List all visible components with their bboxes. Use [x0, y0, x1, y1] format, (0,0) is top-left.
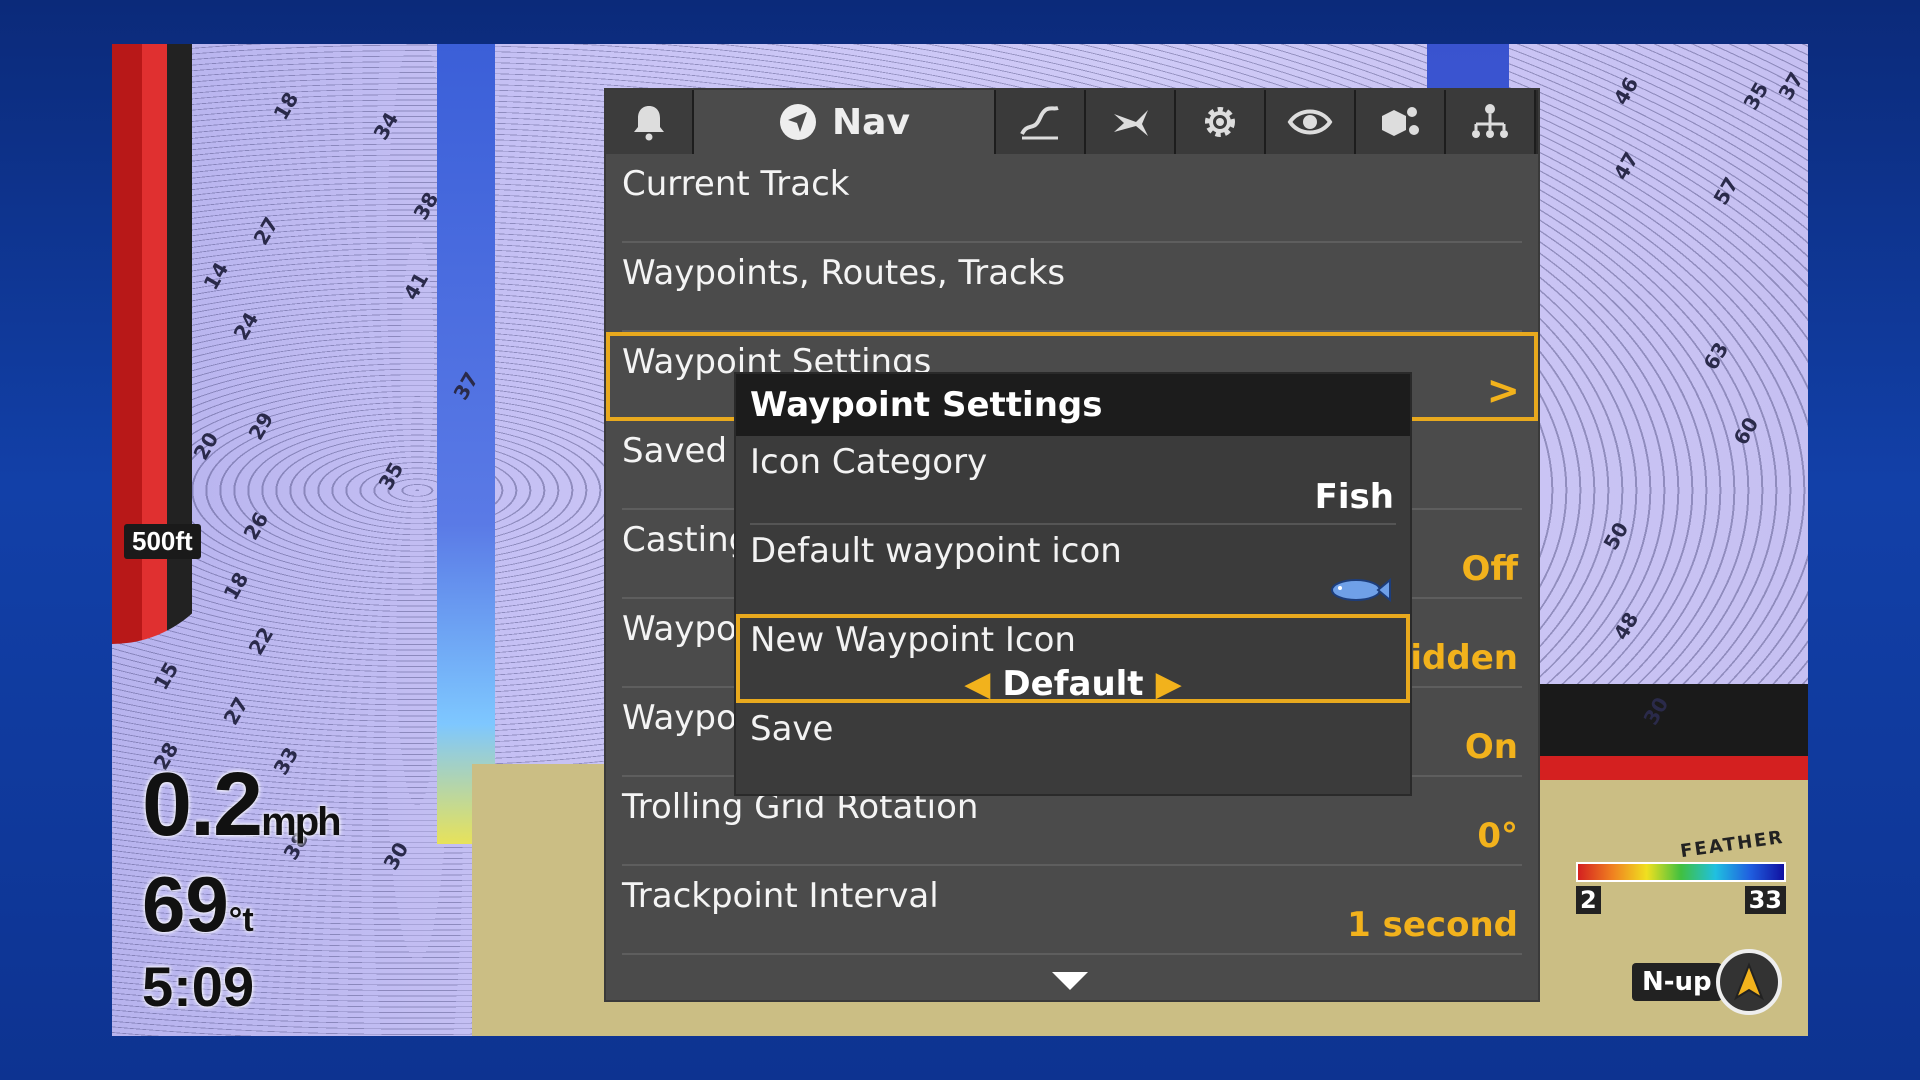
- arrow-left-icon[interactable]: ◀: [964, 664, 990, 704]
- legend-max: 33: [1744, 886, 1786, 914]
- bell-icon: [634, 106, 664, 141]
- default-icon-label: Default waypoint icon: [750, 531, 1122, 571]
- menu-tab-bar: Nav: [606, 90, 1538, 154]
- menu-item-label: Waypo: [622, 609, 737, 649]
- menu-item-value: 1 second: [1347, 905, 1518, 945]
- tab-nav[interactable]: Nav: [694, 90, 996, 154]
- tab-settings[interactable]: [1176, 90, 1266, 154]
- speed-readout: 0.2mph: [142, 754, 342, 857]
- default-waypoint-icon-item[interactable]: Default waypoint icon: [736, 525, 1410, 614]
- tab-views[interactable]: [1266, 90, 1356, 154]
- compass-arrow-icon: [780, 104, 817, 140]
- legend-min: 2: [1576, 886, 1601, 914]
- map-scale-badge: 500ft: [124, 524, 201, 559]
- new-icon-value: Default: [1002, 664, 1144, 704]
- menu-item-trackpoint-interval[interactable]: Trackpoint Interval 1 second: [606, 866, 1538, 955]
- fish-icon: [1331, 577, 1391, 603]
- save-label: Save: [750, 709, 834, 749]
- chart-icon: [1020, 106, 1059, 140]
- divider: [622, 953, 1522, 955]
- temperature-readout: 69°t: [142, 859, 254, 950]
- menu-item-current-track[interactable]: Current Track: [606, 154, 1538, 243]
- temperature-value: 69: [142, 860, 229, 948]
- tab-alerts[interactable]: [606, 90, 694, 154]
- eye-icon: [1287, 109, 1333, 135]
- gear-icon: [1205, 107, 1235, 137]
- network-icon: [1472, 104, 1508, 138]
- orientation-control[interactable]: N-up: [1632, 949, 1782, 1015]
- arrow-right-icon[interactable]: ▶: [1156, 664, 1182, 704]
- speed-unit: mph: [261, 800, 341, 844]
- new-icon-label: New Waypoint Icon: [750, 620, 1076, 660]
- compass-icon: [1715, 949, 1782, 1015]
- menu-item-label: Current Track: [622, 164, 850, 204]
- icon-category-value: Fish: [1314, 477, 1394, 517]
- menu-item-value: lidden: [1398, 638, 1518, 678]
- menu-item-value: On: [1464, 727, 1518, 767]
- temperature-unit: °t: [228, 901, 254, 939]
- chevron-right-icon: >: [1486, 368, 1520, 414]
- accessories-icon: [1382, 107, 1419, 136]
- new-icon-picker[interactable]: ◀ Default ▶: [736, 664, 1410, 704]
- menu-item-waypoints-routes-tracks[interactable]: Waypoints, Routes, Tracks: [606, 243, 1538, 332]
- icon-category-item[interactable]: Icon Category Fish: [736, 436, 1410, 525]
- tab-network[interactable]: [1446, 90, 1536, 154]
- legend-color-bar: [1576, 862, 1786, 882]
- tab-chart[interactable]: [996, 90, 1086, 154]
- tab-nav-label: Nav: [832, 101, 910, 143]
- menu-item-label: Saved: [622, 431, 728, 471]
- waypoint-settings-submenu: Waypoint Settings Icon Category Fish Def…: [736, 374, 1410, 794]
- menu-item-label: Waypo: [622, 698, 737, 738]
- menu-item-value: Off: [1461, 549, 1518, 589]
- menu-item-label: Trackpoint Interval: [622, 876, 939, 916]
- depth-shading-left: [437, 44, 495, 844]
- speed-value: 0.2: [142, 755, 263, 855]
- menu-item-value: 0°: [1477, 816, 1518, 856]
- icon-category-label: Icon Category: [750, 442, 988, 482]
- orientation-label: N-up: [1632, 963, 1722, 1001]
- tab-accessories[interactable]: [1356, 90, 1446, 154]
- time-readout: 5:09: [142, 955, 255, 1018]
- menu-item-label: Casting: [622, 520, 751, 560]
- submenu-title: Waypoint Settings: [736, 374, 1410, 436]
- sonar-icon: [1114, 110, 1148, 136]
- chartplotter-screen: 18 34 38 41 27 14 24 20 29 35 26 18 22 1…: [112, 44, 1808, 1036]
- save-item[interactable]: Save: [736, 703, 1410, 792]
- scroll-down-icon[interactable]: [1052, 972, 1088, 990]
- menu-item-label: Waypoints, Routes, Tracks: [622, 253, 1066, 293]
- new-waypoint-icon-item[interactable]: New Waypoint Icon ◀ Default ▶: [736, 614, 1410, 704]
- tab-sonar[interactable]: [1086, 90, 1176, 154]
- depth-color-legend: 2 33: [1576, 862, 1786, 914]
